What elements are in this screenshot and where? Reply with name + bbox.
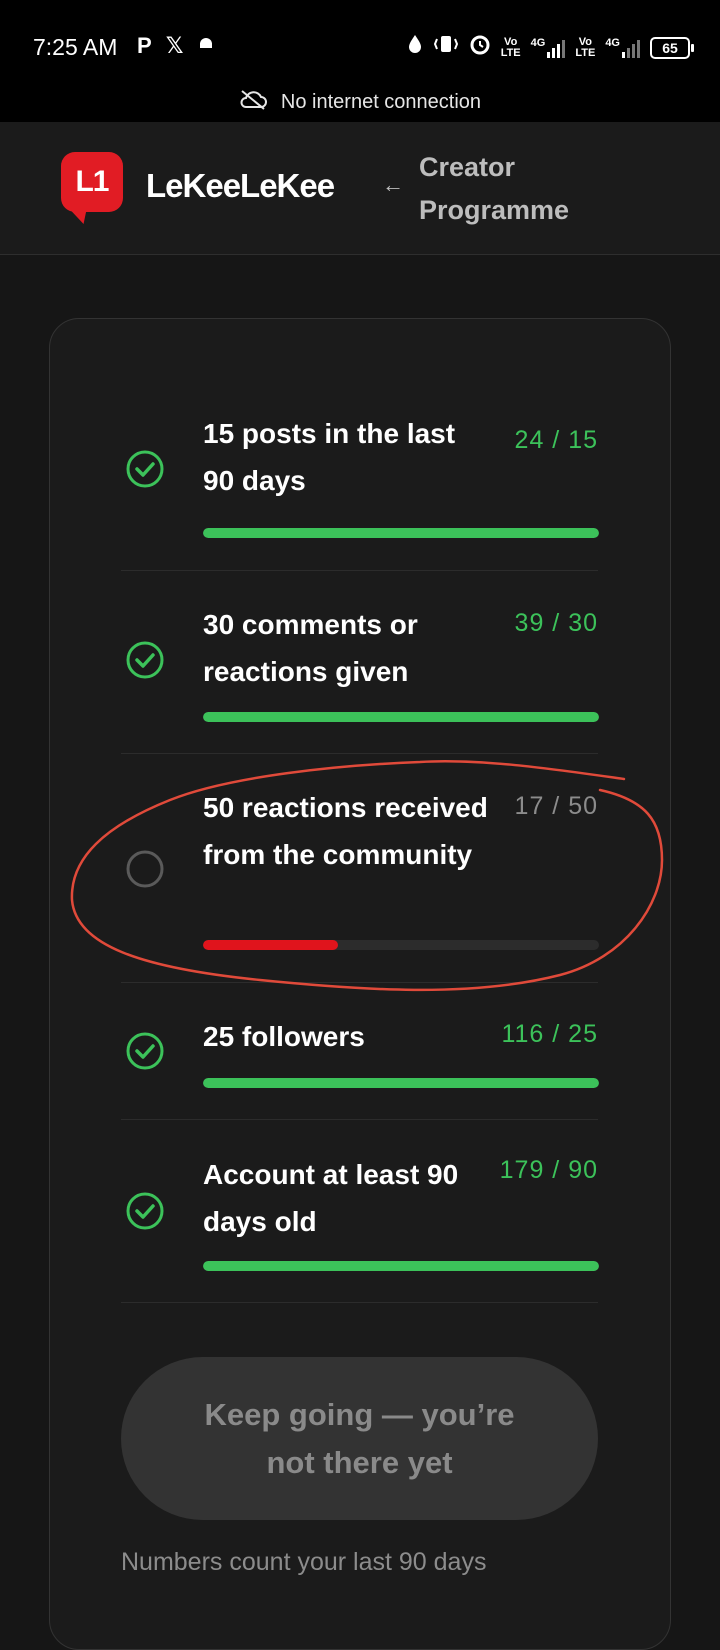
arrow-left-icon[interactable]: ← (382, 172, 404, 198)
status-time: 7:25 AM (33, 34, 118, 60)
notification-icons: P 𝕏 (137, 33, 215, 59)
progress-bar (203, 1078, 599, 1088)
empty-circle-icon (125, 849, 164, 888)
signal-2: 4G (605, 37, 640, 58)
divider (121, 570, 598, 571)
progress-bar (203, 940, 599, 950)
progress-bar (203, 528, 599, 538)
network-banner: No internet connection (0, 82, 720, 122)
apply-button[interactable]: Keep going — you’re not there yet (121, 1357, 598, 1520)
check-circle-icon (125, 640, 164, 679)
requirement-title: Account at least 90 days old (203, 1159, 459, 1237)
requirement-title: 50 reactions received from the community (203, 792, 488, 870)
volte-label-1: Vo LTE (500, 35, 521, 59)
divider (121, 1119, 598, 1120)
requirement-title: 25 followers (203, 1021, 365, 1052)
requirement-count: 116 / 25 (501, 1020, 598, 1048)
divider (121, 1302, 598, 1303)
status-bar: 7:25 AM P 𝕏 Vo LTE 4G Vo LTE 4G 65 (0, 0, 720, 94)
progress-bar (203, 1261, 599, 1271)
battery-icon: 65 (650, 36, 694, 59)
alarm-icon (469, 33, 491, 62)
logo-glyph: L1 (75, 165, 109, 198)
signal-bars-icon (547, 38, 566, 58)
requirement-count: 179 / 90 (499, 1156, 598, 1184)
divider (121, 982, 598, 983)
requirement-count: 17 / 50 (514, 792, 598, 820)
x-icon: 𝕏 (165, 33, 184, 58)
brand-logo[interactable]: L1 (61, 152, 123, 212)
brand-wordmark[interactable]: LeKeeLeKee (146, 167, 335, 205)
requirement-count: 24 / 15 (514, 426, 598, 454)
divider (121, 753, 598, 754)
progress-bar (203, 712, 599, 722)
volte-label-2: Vo LTE (575, 35, 596, 59)
signal-bars-icon (622, 38, 640, 58)
page-title: Creator Programme (419, 152, 570, 225)
check-circle-icon (125, 1031, 164, 1070)
progress-fill (203, 1261, 599, 1271)
check-circle-icon (125, 449, 164, 488)
check-circle-icon (125, 1191, 164, 1230)
system-icons: Vo LTE 4G Vo LTE 4G 65 (407, 33, 694, 62)
p-icon: P (137, 33, 152, 58)
progress-fill (203, 712, 599, 722)
requirement-title: 15 posts in the last 90 days (203, 418, 456, 496)
signal-1: 4G (531, 37, 566, 58)
requirement-title: 30 comments or reactions given (203, 609, 418, 687)
apply-button-label: Keep going — you’re not there yet (204, 1396, 515, 1480)
progress-fill (203, 940, 338, 950)
vibrate-icon (433, 34, 459, 61)
network-banner-text: No internet connection (280, 90, 482, 113)
requirement-count: 39 / 30 (514, 609, 598, 637)
cloud-off-icon (239, 89, 267, 116)
footnote: Numbers count your last 90 days (121, 1548, 487, 1576)
data-saver-icon (407, 34, 423, 61)
progress-fill (203, 528, 599, 538)
progress-fill (203, 1078, 599, 1088)
android-icon (197, 33, 215, 59)
